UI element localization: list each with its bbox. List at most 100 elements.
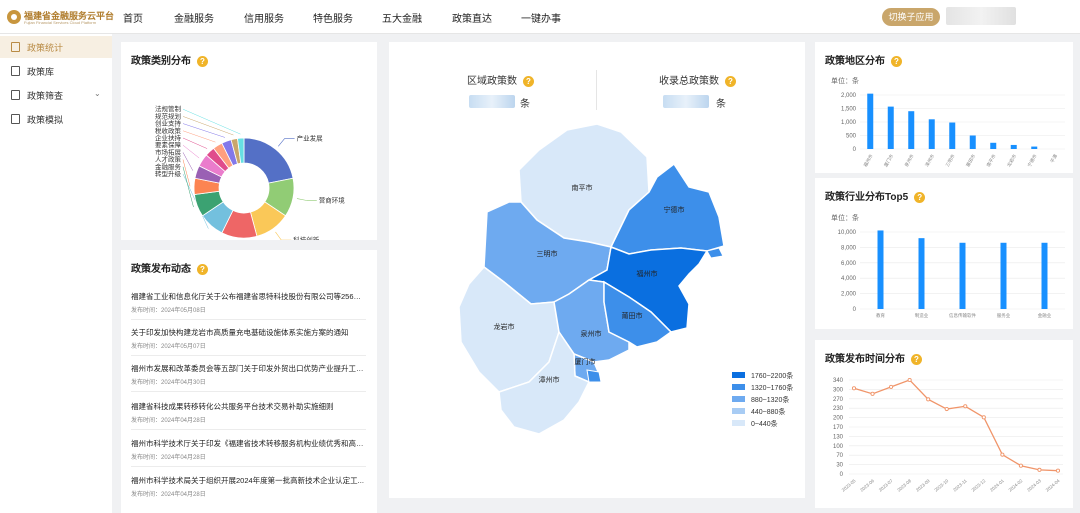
x-tick-label: 三明市: [944, 153, 957, 169]
document-icon: [11, 66, 20, 76]
series-line: [853, 379, 1059, 472]
map-island: [586, 369, 602, 383]
pie-label: 科技创新: [293, 235, 320, 240]
bar: [908, 111, 915, 149]
y-tick-label: 70: [836, 453, 843, 459]
pie-leader-line: [182, 123, 226, 138]
bar: [1010, 144, 1017, 149]
timeline-card: 政策发布时间分布? 0 30 70 100 130 170 200 230 270 300 340 2…: [815, 340, 1073, 508]
y-tick-label: 0: [853, 147, 857, 153]
y-tick-label: 200: [833, 416, 844, 422]
data-point: [944, 406, 949, 412]
city-label-zhangzhou: 漳州市: [539, 375, 560, 384]
category-pie-chart: 产业发展营商环境科技创新公共服务转型升级金融服务人才政策市场拓展要素保障企业扶持…: [155, 104, 345, 240]
city-label-putian: 莆田市: [622, 311, 643, 320]
list-item[interactable]: 福建省工业和信息化厅关于公布福建省思特科技股份有限公司等256家... 发布时间…: [131, 291, 366, 314]
data-point: [851, 386, 857, 391]
chart-icon: [11, 42, 20, 52]
policy-category-card: 政策类别分布? 产业发展营商环境科技创新公共服务转型升级金融服务人才政策市场拓展…: [121, 42, 377, 240]
bar: [918, 238, 925, 309]
pie-leader-line: [182, 116, 234, 136]
region-distribution-card: 政策地区分布? 单位：条 0 500 1,000 1,500 2,000 福州市 厦门市 泉州…: [815, 42, 1073, 173]
user-account[interactable]: [946, 7, 1016, 25]
pie-leader-line: [296, 198, 317, 201]
list-item[interactable]: 福州市科学技术厅关于印发《福建省技术转移服务机构业绩优秀和高校... 发布时间：…: [131, 438, 366, 461]
data-point: [1018, 463, 1023, 468]
city-label-fuzhou: 福州市: [637, 269, 658, 278]
bar: [877, 230, 884, 309]
list-item[interactable]: 福建省科技成果转移转化公共服务平台技术交易补助实施细则 发布时间：2024年04…: [131, 401, 366, 424]
bar: [1000, 242, 1007, 309]
x-tick-label: 漳州市: [923, 153, 936, 169]
x-tick-label: 教育: [876, 312, 885, 319]
pie-leader-line: [275, 231, 292, 240]
legend-label: 440~880条: [751, 407, 785, 416]
legend-label: 1320~1760条: [751, 383, 793, 392]
y-tick-label: 130: [833, 434, 844, 440]
pie-leader-line: [182, 145, 200, 159]
legend-label: 880~1320条: [751, 395, 789, 404]
sidebar-item-policy-simulate[interactable]: 政策模拟: [0, 108, 112, 130]
legend-swatch[interactable]: [732, 408, 745, 414]
y-tick-label: 100: [833, 444, 844, 450]
legend-swatch[interactable]: [732, 384, 745, 390]
simulate-icon: [11, 114, 20, 124]
bar: [949, 122, 956, 149]
city-label-sanming: 三明市: [537, 249, 558, 258]
y-tick-label: 1,500: [841, 107, 857, 113]
nav-five-finance[interactable]: 五大金融: [382, 10, 452, 25]
y-tick-label: 230: [833, 406, 844, 412]
sidebar-item-policy-library[interactable]: 政策库: [0, 60, 112, 82]
list-item[interactable]: 福州市科学技术局关于组织开展2024年度第一批高新技术企业认定工... 发布时间…: [131, 475, 366, 498]
divider: [131, 319, 366, 320]
help-icon[interactable]: ?: [197, 263, 208, 275]
sidebar-item-label: 政策模拟: [27, 114, 64, 125]
sidebar-item-policy-filter[interactable]: 政策筛查 ⌄: [0, 84, 112, 106]
switch-app-button[interactable]: 切换子应用: [882, 8, 940, 26]
logo-mark-icon: [7, 10, 21, 24]
divider: [131, 466, 366, 467]
bar: [867, 93, 874, 149]
x-tick-label: 2023-11: [952, 478, 968, 493]
main-nav: 首页 金融服务 信用服务 特色服务 五大金融 政策直达 一键办事: [123, 0, 581, 34]
nav-policy-direct[interactable]: 政策直达: [452, 10, 521, 25]
divider: [131, 391, 366, 392]
sidebar-item-policy-stats[interactable]: 政策统计: [0, 36, 112, 58]
platform-logo[interactable]: 福建省金融服务云平台 Fujian Financial Services Clo…: [7, 7, 114, 27]
timeline-line-chart: 030701001301702002302703003402023-05 2023…: [833, 377, 1063, 493]
legend-swatch[interactable]: [732, 372, 745, 378]
map-legend: 1760~2200条 1320~1760条 880~1320条 440~880条…: [732, 371, 793, 428]
data-point: [1055, 468, 1061, 473]
x-tick-label: 福州市: [862, 153, 875, 169]
city-label-nanping: 南平市: [572, 183, 593, 192]
data-point: [907, 377, 912, 383]
legend-swatch[interactable]: [732, 396, 745, 402]
nav-one-click[interactable]: 一键办事: [521, 10, 581, 25]
pie-slice: [243, 137, 294, 184]
nav-home[interactable]: 首页: [123, 10, 174, 25]
legend-swatch[interactable]: [732, 420, 745, 426]
legend-label: 0~440条: [751, 419, 778, 428]
x-tick-label: 2023-05: [841, 478, 857, 493]
y-tick-label: 4,000: [841, 276, 857, 282]
x-tick-label: 2024-02: [1008, 478, 1024, 493]
nav-financial-service[interactable]: 金融服务: [174, 10, 244, 25]
city-label-xiamen: 厦门市: [575, 357, 596, 366]
list-item[interactable]: 福州市发展和改革委员会等五部门关于印发外贸出口优势产业提升工作... 发布时间：…: [131, 363, 366, 386]
card-title: 政策发布动态?: [131, 260, 208, 275]
x-tick-label: 2023-07: [878, 478, 894, 493]
x-tick-label: 金融业: [1038, 312, 1052, 319]
fujian-map: 南平市 宁德市 三明市 福州市 莆田市 龙岩市 泉州市 厦门市 漳州市 1760…: [458, 123, 793, 435]
x-tick-label: 2023-10: [933, 478, 949, 493]
pie-leader-line: [182, 152, 194, 171]
divider: [131, 429, 366, 430]
region-bar-chart: 0 500 1,000 1,500 2,000 福州市 厦门市 泉州市 漳州市 三明市 莆田市 南平市…: [841, 93, 1065, 169]
list-item[interactable]: 关于印发加快构建龙岩市高质量充电基础设施体系实施方案的通知 发布时间：2024年…: [131, 327, 366, 350]
nav-special-service[interactable]: 特色服务: [313, 10, 382, 25]
data-point: [981, 415, 986, 420]
nav-credit-service[interactable]: 信用服务: [244, 10, 313, 25]
sidebar-item-label: 政策统计: [27, 42, 64, 53]
top-navigation-bar: 福建省金融服务云平台 Fujian Financial Services Clo…: [0, 0, 1080, 34]
chevron-down-icon[interactable]: ⌄: [94, 89, 101, 98]
filter-icon: [11, 90, 20, 100]
